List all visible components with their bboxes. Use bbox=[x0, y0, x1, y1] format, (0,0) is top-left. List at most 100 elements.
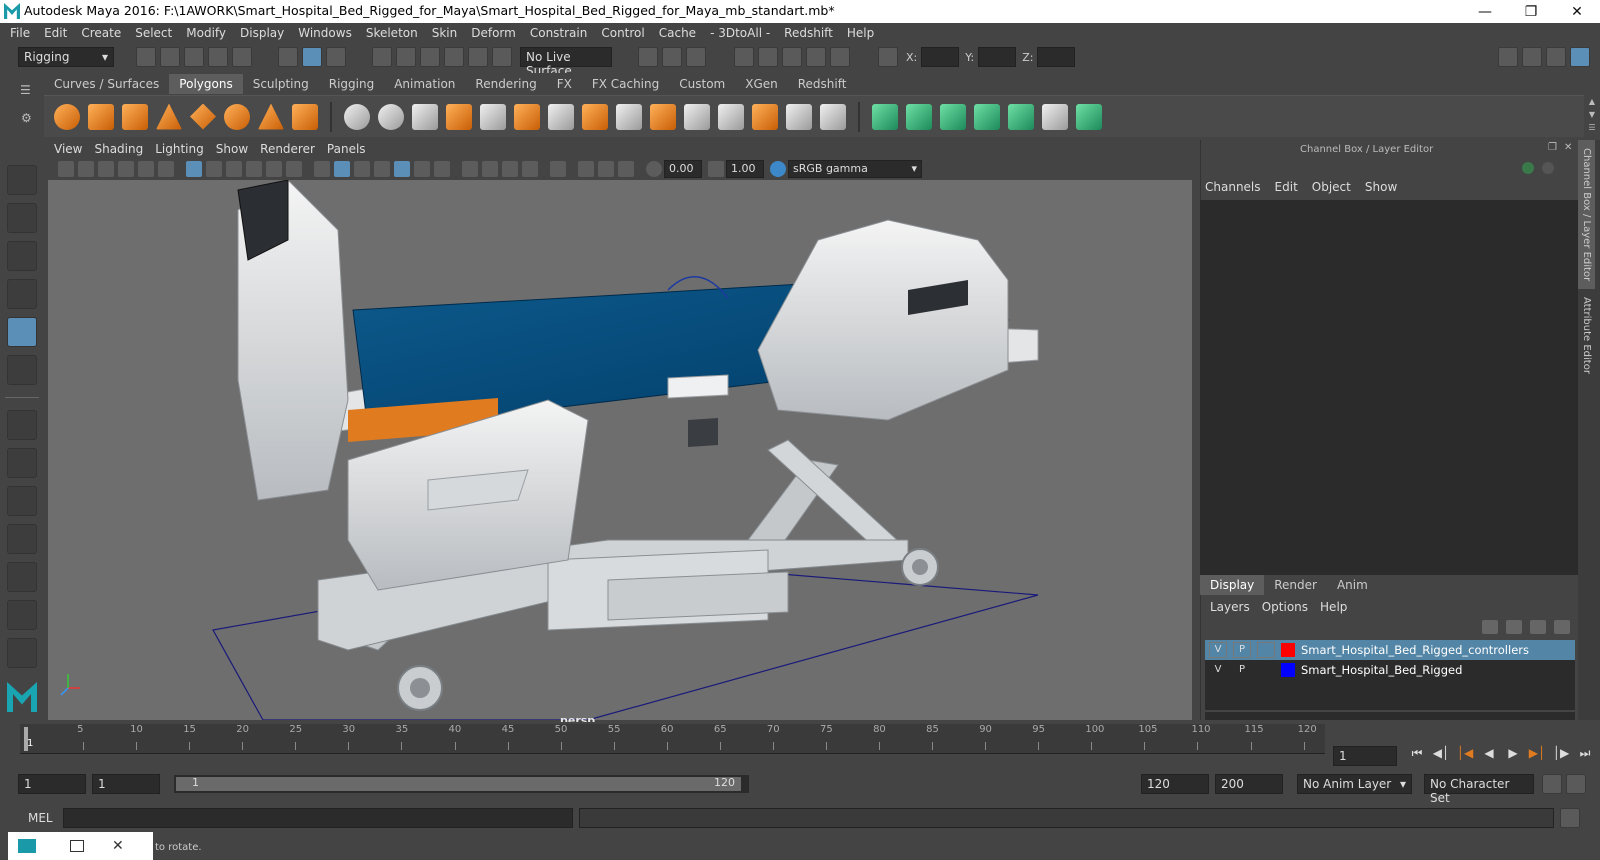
move-tool-icon[interactable] bbox=[7, 279, 37, 309]
layer-display-type-toggle[interactable] bbox=[1257, 662, 1275, 678]
smooth-icon[interactable] bbox=[446, 103, 472, 130]
menu-constrain[interactable]: Constrain bbox=[530, 26, 588, 40]
select-object-icon[interactable] bbox=[302, 47, 322, 67]
prev-key-icon[interactable]: │◀ bbox=[1456, 744, 1474, 762]
channel-box-toggle-icon[interactable] bbox=[1570, 47, 1590, 67]
open-scene-icon[interactable] bbox=[160, 47, 180, 67]
four-view-layout-icon[interactable] bbox=[7, 448, 37, 478]
undo-icon[interactable] bbox=[208, 47, 228, 67]
restore-button[interactable]: ❐ bbox=[1508, 0, 1554, 23]
paint-select-tool-icon[interactable] bbox=[7, 241, 37, 271]
move-layer-down-icon[interactable] bbox=[1506, 620, 1522, 634]
select-hierarchy-icon[interactable] bbox=[278, 47, 298, 67]
mel-label[interactable]: MEL bbox=[28, 811, 53, 825]
shelf-tab-rigging[interactable]: Rigging bbox=[319, 74, 384, 94]
tab-channel-box-layer-editor[interactable]: Channel Box / Layer Editor bbox=[1578, 140, 1595, 290]
channels-menu[interactable]: Channels bbox=[1205, 180, 1261, 194]
shelf-tab-curves-surfaces[interactable]: Curves / Surfaces bbox=[44, 74, 169, 94]
layer-visibility-toggle[interactable]: V bbox=[1209, 662, 1227, 678]
viewport-menu-renderer[interactable]: Renderer bbox=[260, 142, 315, 156]
exposure-field[interactable]: 0.00 bbox=[664, 160, 702, 178]
input-ops-icon[interactable] bbox=[638, 47, 658, 67]
x-input[interactable] bbox=[921, 47, 960, 67]
grease-pencil-icon[interactable] bbox=[158, 161, 174, 177]
attribute-editor-toggle-icon[interactable] bbox=[1522, 47, 1542, 67]
menu-create[interactable]: Create bbox=[81, 26, 121, 40]
grid-icon[interactable] bbox=[186, 161, 202, 177]
tab-display[interactable]: Display bbox=[1200, 575, 1265, 595]
play-forward-icon[interactable]: ▶ bbox=[1504, 744, 1522, 762]
lasso-tool-icon[interactable] bbox=[7, 203, 37, 233]
uv-editor-icon[interactable] bbox=[1008, 103, 1034, 130]
anim-layer-dropdown[interactable]: No Anim Layer ▾ bbox=[1297, 774, 1412, 794]
layer-playback-toggle[interactable]: P bbox=[1233, 662, 1251, 678]
poly-pipe-icon[interactable] bbox=[292, 103, 318, 130]
shelf-tab-sculpting[interactable]: Sculpting bbox=[243, 74, 319, 94]
menu-select[interactable]: Select bbox=[135, 26, 172, 40]
shelf-tab-polygons[interactable]: Polygons bbox=[169, 74, 243, 94]
render-settings-icon[interactable] bbox=[806, 47, 826, 67]
step-forward-icon[interactable]: │▶ bbox=[1552, 744, 1570, 762]
collapse-icon[interactable] bbox=[820, 103, 846, 130]
menu-redshift[interactable]: Redshift bbox=[784, 26, 833, 40]
wireframe-on-shaded-icon[interactable] bbox=[374, 161, 390, 177]
append-icon[interactable] bbox=[616, 103, 642, 130]
construction-history-icon[interactable] bbox=[686, 47, 706, 67]
viewport-menu-lighting[interactable]: Lighting bbox=[155, 142, 204, 156]
poly-cube-icon[interactable] bbox=[88, 103, 114, 130]
anti-aliasing-icon[interactable] bbox=[502, 161, 518, 177]
menu-modify[interactable]: Modify bbox=[186, 26, 226, 40]
shelf-tab-xgen[interactable]: XGen bbox=[735, 74, 788, 94]
poly-plane-icon[interactable] bbox=[190, 103, 216, 130]
snap-surface-icon[interactable] bbox=[468, 47, 488, 67]
auto-key-icon[interactable] bbox=[1542, 774, 1562, 794]
playback-end-field[interactable]: 120 bbox=[1141, 774, 1209, 794]
maximize-icon[interactable] bbox=[70, 840, 84, 852]
use-all-lights-icon[interactable] bbox=[414, 161, 430, 177]
maya-window-icon[interactable] bbox=[18, 839, 36, 853]
options-menu[interactable]: Options bbox=[1262, 600, 1308, 614]
resolution-gate-icon[interactable] bbox=[226, 161, 242, 177]
object-menu[interactable]: Object bbox=[1312, 180, 1351, 194]
depth-of-field-icon[interactable] bbox=[522, 161, 538, 177]
menu-file[interactable]: File bbox=[10, 26, 30, 40]
transform-input-icon[interactable] bbox=[878, 47, 898, 67]
smooth-shade-icon[interactable] bbox=[334, 161, 350, 177]
live-surface-field[interactable]: No Live Surface bbox=[520, 47, 612, 78]
extrude-icon[interactable] bbox=[514, 103, 540, 130]
bridge-icon[interactable] bbox=[582, 103, 608, 130]
checker-icon[interactable] bbox=[1042, 103, 1068, 130]
range-handle[interactable] bbox=[176, 777, 741, 791]
shelf-tab-fx[interactable]: FX bbox=[547, 74, 582, 94]
persp-graph-layout-icon[interactable] bbox=[7, 524, 37, 554]
planar-mapping-icon[interactable] bbox=[872, 103, 898, 130]
layers-menu[interactable]: Layers bbox=[1210, 600, 1250, 614]
animation-end-field[interactable]: 200 bbox=[1215, 774, 1283, 794]
layer-color-swatch[interactable] bbox=[1281, 643, 1295, 657]
animation-preferences-icon[interactable] bbox=[1566, 774, 1586, 794]
wireframe-icon[interactable] bbox=[314, 161, 330, 177]
insert-edge-loop-icon[interactable] bbox=[684, 103, 710, 130]
2d-pan-zoom-icon[interactable] bbox=[138, 161, 154, 177]
select-component-icon[interactable] bbox=[326, 47, 346, 67]
snap-magnet-icon[interactable] bbox=[492, 47, 512, 67]
show-menu[interactable]: Show bbox=[1365, 180, 1397, 194]
go-to-end-icon[interactable]: ⏭ bbox=[1576, 744, 1594, 762]
menu-deform[interactable]: Deform bbox=[471, 26, 516, 40]
poly-cone-icon[interactable] bbox=[156, 103, 182, 130]
safe-action-icon[interactable] bbox=[286, 161, 302, 177]
ipr-render-icon[interactable] bbox=[782, 47, 802, 67]
shelf-tab-fx-caching[interactable]: FX Caching bbox=[582, 74, 669, 94]
save-scene-icon[interactable] bbox=[184, 47, 204, 67]
channel-box-settings-icon[interactable] bbox=[1542, 162, 1554, 174]
layout-options-icon[interactable] bbox=[7, 638, 37, 668]
menu-skeleton[interactable]: Skeleton bbox=[366, 26, 418, 40]
gate-mask-icon[interactable] bbox=[246, 161, 262, 177]
step-back-icon[interactable]: ◀│ bbox=[1432, 744, 1450, 762]
xray-active-icon[interactable] bbox=[598, 161, 614, 177]
poly-pyramid-icon[interactable] bbox=[258, 103, 284, 130]
merge-icon[interactable] bbox=[752, 103, 778, 130]
gamma-field[interactable]: 1.00 bbox=[726, 160, 764, 178]
menu-help[interactable]: Help bbox=[847, 26, 874, 40]
colorspace-dropdown[interactable]: sRGB gamma ▾ bbox=[788, 160, 922, 178]
